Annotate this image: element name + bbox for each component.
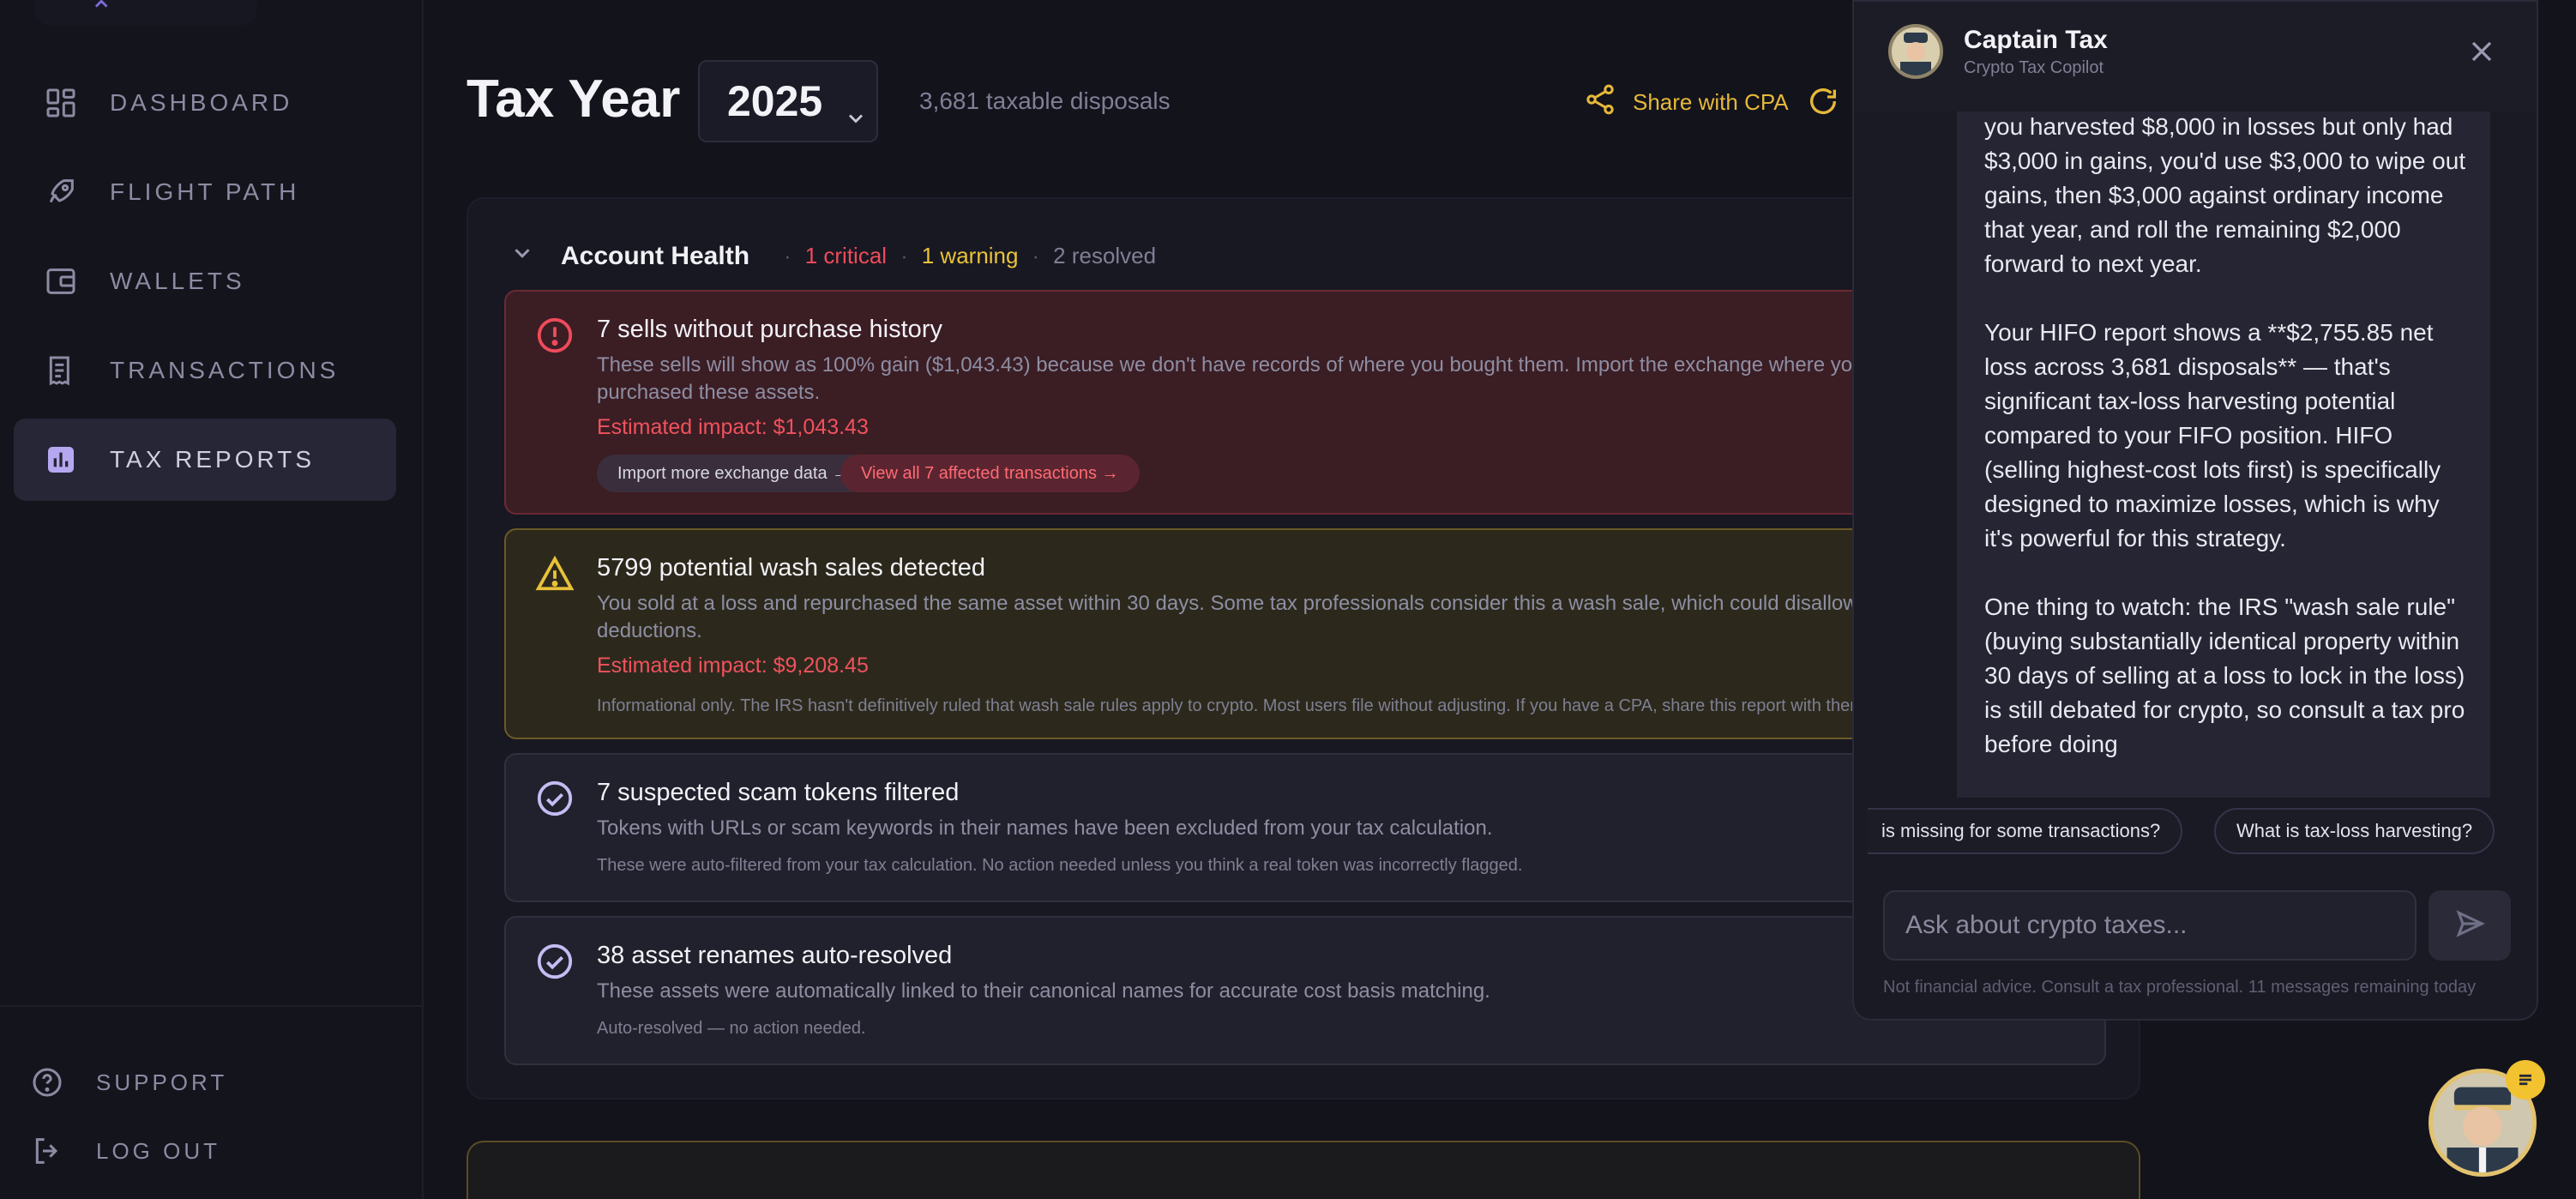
issue-description: You sold at a loss and repurchased the s… — [597, 592, 1858, 642]
issue-description: Tokens with URLs or scam keywords in the… — [597, 816, 1493, 840]
logo-container — [34, 0, 257, 26]
issue-description: These assets were automatically linked t… — [597, 979, 1490, 1003]
issue-note: These were auto-filtered from your tax c… — [597, 856, 1523, 875]
account-health-header[interactable]: Account Health · 1 critical · 1 warning … — [509, 240, 1156, 272]
disposals-count: 3,681 taxable disposals — [919, 87, 1171, 114]
message-paragraph: One thing to watch: the IRS "wash sale r… — [1984, 593, 2465, 757]
sidebar-item-dashboard[interactable]: DASHBOARD — [14, 62, 396, 144]
page-title: Tax Year — [466, 69, 681, 129]
account-health-title: Account Health — [561, 241, 750, 270]
sidebar-item-label: TAX REPORTS — [110, 446, 316, 473]
refresh-icon — [1806, 88, 1840, 122]
chat-bot-name: Captain Tax — [1964, 26, 2108, 54]
sidebar-item-wallets[interactable]: WALLETS — [14, 240, 396, 322]
support-link[interactable]: SUPPORT — [29, 1057, 227, 1108]
sidebar: ⌃ DASHBOARD FLIGHT PATH WALLETS TRANSACT… — [0, 0, 424, 1199]
chevron-down-icon — [844, 91, 868, 141]
receipt-icon — [43, 352, 79, 389]
chat-message-text: you harvested $8,000 in losses but only … — [1984, 111, 2473, 796]
message-paragraph: you harvested $8,000 in losses but only … — [1984, 113, 2466, 277]
help-circle-icon — [29, 1064, 65, 1100]
issue-description: These sells will show as 100% gain ($1,0… — [597, 353, 1864, 404]
separator-dot: · — [1032, 243, 1040, 268]
share-with-cpa-button[interactable]: Share with CPA — [1583, 82, 1789, 123]
chat-notification-badge-icon — [2506, 1060, 2545, 1100]
sidebar-item-label: WALLETS — [110, 268, 245, 294]
send-button[interactable] — [2429, 890, 2511, 961]
issue-title: 7 suspected scam tokens filtered — [597, 779, 960, 806]
tax-year-value: 2025 — [727, 77, 823, 125]
sidebar-item-tax-reports[interactable]: TAX REPORTS — [14, 419, 396, 501]
separator-dot: · — [784, 243, 791, 268]
critical-count: 1 critical — [804, 243, 888, 268]
separator-dot: · — [900, 243, 908, 268]
issue-note: Auto-resolved — no action needed. — [597, 1019, 866, 1038]
issue-title: 38 asset renames auto-resolved — [597, 942, 953, 969]
issue-impact: Estimated impact: $1,043.43 — [597, 415, 869, 439]
dashboard-icon — [43, 85, 79, 121]
suggestion-chip[interactable]: is missing for some transactions? — [1868, 808, 2183, 854]
tax-year-select[interactable]: 2025 — [698, 60, 878, 142]
import-exchange-data-button[interactable]: Import more exchange data → — [597, 455, 870, 492]
refresh-button[interactable] — [1806, 84, 1840, 123]
issue-impact: Estimated impact: $9,208.45 — [597, 654, 869, 678]
sidebar-item-label: DASHBOARD — [110, 89, 293, 116]
share-icon — [1583, 82, 1633, 123]
sidebar-item-label: FLIGHT PATH — [110, 178, 300, 205]
chat-panel: Captain Tax Crypto Tax Copilot you harve… — [1852, 0, 2538, 1021]
send-icon — [2453, 907, 2486, 944]
suggestion-chip[interactable]: What is tax-loss harvesting? — [2214, 808, 2495, 854]
avatar — [1888, 24, 1943, 79]
chat-disclaimer: Not financial advice. Consult a tax prof… — [1883, 978, 2477, 997]
chat-message-bubble[interactable]: you harvested $8,000 in losses but only … — [1957, 111, 2490, 798]
sidebar-item-transactions[interactable]: TRANSACTIONS — [14, 329, 396, 412]
chevron-down-icon[interactable] — [509, 240, 535, 272]
rocket-icon — [43, 174, 79, 210]
issue-note: Informational only. The IRS hasn't defin… — [597, 696, 1869, 715]
check-circle-icon — [535, 779, 575, 818]
check-circle-icon — [535, 942, 575, 981]
chat-bot-subtitle: Crypto Tax Copilot — [1964, 58, 2104, 77]
share-label: Share with CPA — [1633, 89, 1789, 115]
wallet-icon — [43, 263, 79, 299]
resolved-count: 2 resolved — [1053, 243, 1157, 268]
alert-circle-icon — [535, 316, 575, 355]
warning-triangle-icon — [535, 554, 575, 593]
logout-link[interactable]: LOG OUT — [29, 1125, 220, 1177]
issue-title: 7 sells without purchase history — [597, 316, 942, 343]
view-affected-transactions-button[interactable]: View all 7 affected transactions → — [840, 455, 1140, 492]
support-label: SUPPORT — [96, 1069, 228, 1095]
logo-icon[interactable]: ⌃ — [89, 0, 114, 29]
message-paragraph: Your HIFO report shows a **$2,755.85 net… — [1984, 319, 2441, 551]
chat-header: Captain Tax Crypto Tax Copilot — [1854, 2, 2537, 111]
logout-label: LOG OUT — [96, 1137, 221, 1164]
issue-title: 5799 potential wash sales detected — [597, 554, 986, 581]
next-section-card — [466, 1141, 2140, 1199]
bar-chart-icon — [43, 442, 79, 478]
warning-count: 1 warning — [921, 243, 1019, 268]
sidebar-item-label: TRANSACTIONS — [110, 357, 340, 383]
chat-input[interactable] — [1883, 890, 2417, 961]
logout-icon — [29, 1133, 65, 1169]
sidebar-item-flight-path[interactable]: FLIGHT PATH — [14, 151, 396, 233]
sidebar-divider — [0, 1005, 424, 1007]
suggestion-chips: is missing for some transactions? What i… — [1854, 808, 2537, 856]
close-icon[interactable] — [2465, 34, 2499, 73]
